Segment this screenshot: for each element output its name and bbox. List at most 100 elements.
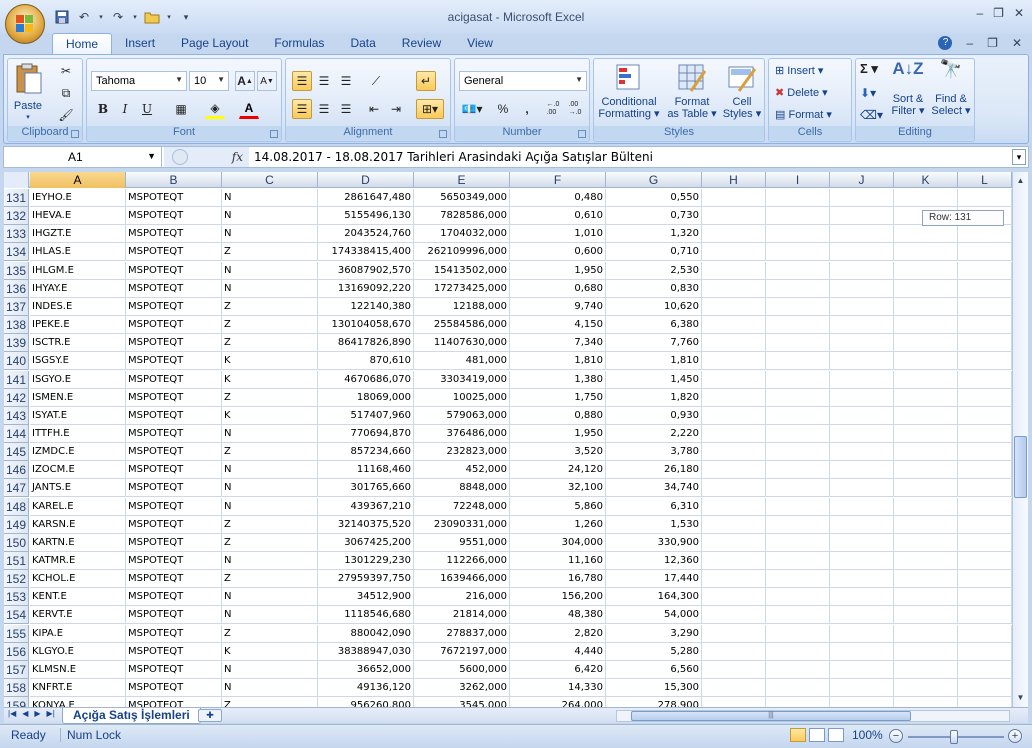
cell-empty[interactable]: [894, 479, 958, 498]
restore-icon[interactable]: ❐: [993, 6, 1004, 20]
paste-button[interactable]: Paste ▾: [11, 63, 45, 121]
copy-icon[interactable]: ⧉: [56, 83, 76, 103]
cell-empty[interactable]: [702, 370, 766, 389]
cell-e[interactable]: 3303419,000: [414, 370, 510, 389]
clipboard-launcher-icon[interactable]: [71, 130, 79, 138]
cell-empty[interactable]: [958, 515, 1012, 534]
row-header[interactable]: 146: [4, 461, 29, 480]
font-launcher-icon[interactable]: [270, 130, 278, 138]
cell-e[interactable]: 11407630,000: [414, 334, 510, 353]
cell-empty[interactable]: [702, 316, 766, 335]
cell-c[interactable]: N: [222, 261, 318, 280]
scroll-down-icon[interactable]: ▼: [1014, 691, 1027, 705]
row-header[interactable]: 155: [4, 624, 29, 643]
cell-empty[interactable]: [958, 533, 1012, 552]
cell-g[interactable]: 15,300: [606, 679, 702, 698]
cell-empty[interactable]: [958, 279, 1012, 298]
cell-g[interactable]: 1,320: [606, 225, 702, 244]
cell-empty[interactable]: [766, 679, 830, 698]
cell-empty[interactable]: [702, 660, 766, 679]
row-header[interactable]: 140: [4, 352, 29, 371]
cell-empty[interactable]: [894, 588, 958, 607]
cell-a[interactable]: JANTS.E: [30, 479, 126, 498]
cell-empty[interactable]: [830, 461, 894, 480]
cell-empty[interactable]: [894, 624, 958, 643]
cell-empty[interactable]: [830, 243, 894, 262]
align-middle-icon[interactable]: ☰: [314, 71, 334, 91]
cell-empty[interactable]: [766, 461, 830, 480]
cell-empty[interactable]: [958, 424, 1012, 443]
cell-d[interactable]: 5155496,130: [318, 207, 414, 226]
cell-empty[interactable]: [958, 225, 1012, 244]
cell-d[interactable]: 301765,660: [318, 479, 414, 498]
cell-d[interactable]: 4670686,070: [318, 370, 414, 389]
cell-f[interactable]: 156,200: [510, 588, 606, 607]
cell-d[interactable]: 956260,800: [318, 697, 414, 707]
cell-e[interactable]: 23090331,000: [414, 515, 510, 534]
cell-empty[interactable]: [894, 461, 958, 480]
name-box-dropdown-icon[interactable]: ▼: [147, 151, 156, 161]
cell-g[interactable]: 0,830: [606, 279, 702, 298]
cell-b[interactable]: MSPOTEQT: [126, 316, 222, 335]
alignment-launcher-icon[interactable]: [439, 130, 447, 138]
cell-f[interactable]: 304,000: [510, 533, 606, 552]
cell-a[interactable]: INDES.E: [30, 297, 126, 316]
next-sheet-icon[interactable]: ▶: [34, 709, 40, 718]
cell-b[interactable]: MSPOTEQT: [126, 479, 222, 498]
cell-empty[interactable]: [958, 660, 1012, 679]
cell-empty[interactable]: [766, 533, 830, 552]
cell-e[interactable]: 452,000: [414, 461, 510, 480]
cell-g[interactable]: 3,290: [606, 624, 702, 643]
normal-view-icon[interactable]: [790, 728, 806, 742]
cell-empty[interactable]: [830, 261, 894, 280]
cell-a[interactable]: KARTN.E: [30, 533, 126, 552]
cell-e[interactable]: 232823,000: [414, 443, 510, 462]
cell-a[interactable]: IHLGM.E: [30, 261, 126, 280]
cell-e[interactable]: 112266,000: [414, 552, 510, 570]
cell-empty[interactable]: [766, 479, 830, 498]
column-header-a[interactable]: A: [30, 172, 126, 188]
cell-empty[interactable]: [766, 207, 830, 226]
row-header[interactable]: 135: [4, 261, 29, 280]
cell-empty[interactable]: [766, 388, 830, 407]
close-icon[interactable]: ✕: [1014, 6, 1024, 20]
cell-d[interactable]: 439367,210: [318, 497, 414, 516]
cell-d[interactable]: 1118546,680: [318, 606, 414, 625]
cell-c[interactable]: Z: [222, 297, 318, 316]
format-as-table-button[interactable]: Format as Table ▾: [666, 63, 718, 120]
cell-a[interactable]: ISGSY.E: [30, 352, 126, 371]
align-left-icon[interactable]: ☰: [292, 99, 312, 119]
cell-f[interactable]: 1,810: [510, 352, 606, 371]
cell-c[interactable]: Z: [222, 624, 318, 643]
cell-f[interactable]: 1,260: [510, 515, 606, 534]
cell-empty[interactable]: [702, 515, 766, 534]
cell-d[interactable]: 2861647,480: [318, 189, 414, 207]
row-header[interactable]: 152: [4, 570, 29, 589]
cell-empty[interactable]: [702, 461, 766, 480]
cell-b[interactable]: MSPOTEQT: [126, 515, 222, 534]
cell-a[interactable]: IZOCM.E: [30, 461, 126, 480]
cell-empty[interactable]: [958, 370, 1012, 389]
cell-a[interactable]: KLMSN.E: [30, 660, 126, 679]
cell-g[interactable]: 164,300: [606, 588, 702, 607]
cell-empty[interactable]: [830, 334, 894, 353]
percent-button[interactable]: %: [493, 99, 513, 119]
number-launcher-icon[interactable]: [578, 130, 586, 138]
help-icon[interactable]: ?: [938, 36, 953, 50]
cell-d[interactable]: 36087902,570: [318, 261, 414, 280]
cell-a[interactable]: IHYAY.E: [30, 279, 126, 298]
cell-empty[interactable]: [894, 261, 958, 280]
prev-sheet-icon[interactable]: ◀: [22, 709, 28, 718]
cell-e[interactable]: 25584586,000: [414, 316, 510, 335]
cell-empty[interactable]: [766, 243, 830, 262]
row-header[interactable]: 143: [4, 406, 29, 425]
cell-empty[interactable]: [830, 406, 894, 425]
cell-g[interactable]: 34,740: [606, 479, 702, 498]
cell-empty[interactable]: [830, 606, 894, 625]
zoom-level[interactable]: 100%: [852, 728, 883, 742]
align-right-icon[interactable]: ☰: [336, 99, 356, 119]
cell-d[interactable]: 880042,090: [318, 624, 414, 643]
cell-b[interactable]: MSPOTEQT: [126, 679, 222, 698]
cell-c[interactable]: K: [222, 406, 318, 425]
page-layout-view-icon[interactable]: [809, 728, 825, 742]
